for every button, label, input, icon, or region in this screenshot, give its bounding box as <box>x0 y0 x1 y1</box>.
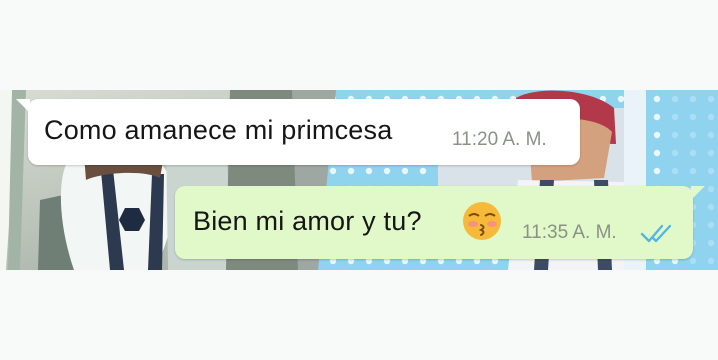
incoming-message-time: 11:20 A. M. <box>452 129 547 150</box>
outgoing-message-text: Bien mi amor y tu? <box>193 206 422 236</box>
kissing-face-emoji-icon <box>463 202 501 240</box>
outgoing-message-time: 11:35 A. M. <box>522 222 617 243</box>
outgoing-message-bubble[interactable]: Bien mi amor y tu? 11:35 A. M. <box>175 186 705 259</box>
read-double-check-icon <box>640 224 672 243</box>
incoming-message-text: Como amanece mi primcesa <box>44 115 393 145</box>
incoming-message-bubble[interactable]: Como amanece mi primcesa 11:20 A. M. <box>16 99 580 165</box>
chat-conversation: Como amanece mi primcesa 11:20 A. M. Bie… <box>0 90 718 270</box>
